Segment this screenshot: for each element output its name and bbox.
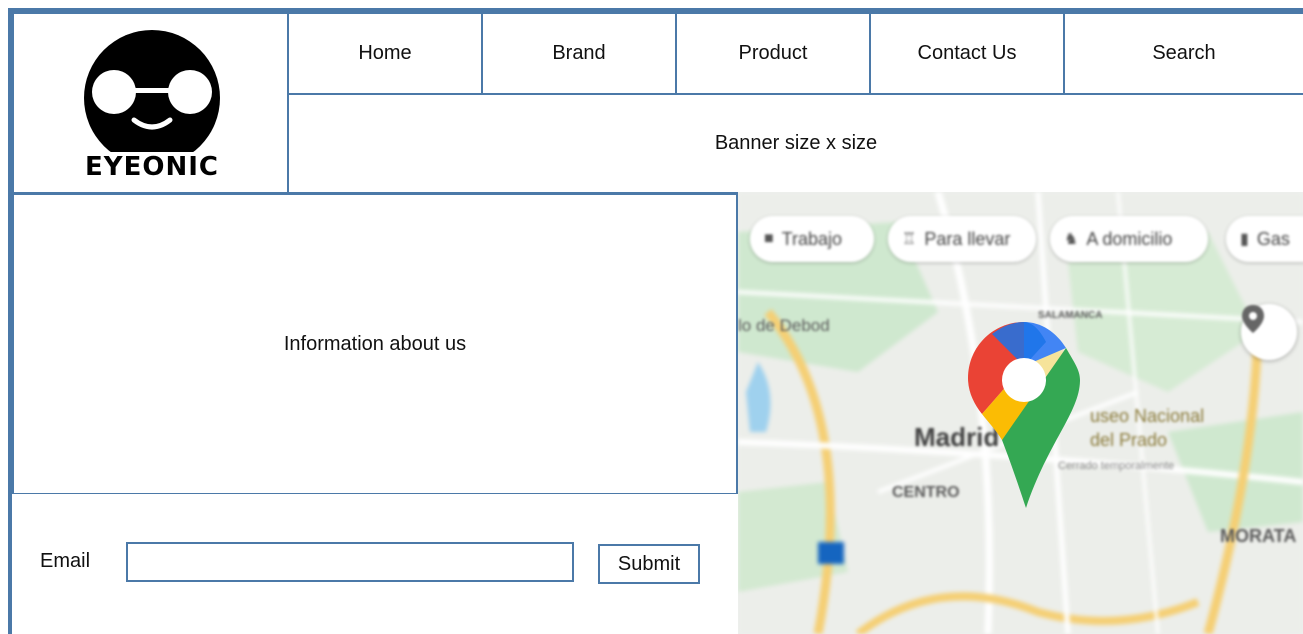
info-section: Information about us bbox=[12, 193, 738, 495]
chip-takeout-label: Para llevar bbox=[924, 228, 1011, 249]
delivery-icon: ♞ bbox=[1064, 231, 1079, 248]
chip-delivery-label: A domicilio bbox=[1086, 228, 1173, 249]
nav-brand-label: Brand bbox=[552, 42, 606, 64]
banner: Banner size x size bbox=[287, 93, 1303, 194]
map-label-salamanca: SALAMANCA bbox=[1038, 310, 1103, 321]
nav-contact-us-label: Contact Us bbox=[917, 42, 1017, 64]
info-text: Information about us bbox=[283, 332, 467, 355]
logo-text: EYEONIC bbox=[85, 152, 219, 182]
chip-delivery[interactable]: ♞ A domicilio bbox=[1050, 216, 1208, 262]
email-form: Email Submit bbox=[12, 494, 738, 634]
nav-brand[interactable]: Brand bbox=[481, 12, 677, 95]
map-label-debod: lo de Debod bbox=[738, 316, 830, 335]
map-view[interactable]: ■ Trabajo ♖ Para llevar ♞ A domicilio ▮ … bbox=[738, 192, 1303, 634]
chip-gas[interactable]: ▮ Gas bbox=[1226, 216, 1303, 262]
location-button[interactable] bbox=[1241, 304, 1297, 360]
nav-search[interactable]: Search bbox=[1063, 12, 1303, 95]
nav-product-label: Product bbox=[738, 42, 808, 64]
nav-home-label: Home bbox=[358, 42, 412, 64]
map-label-centro: CENTRO bbox=[892, 484, 960, 501]
chip-gas-label: Gas bbox=[1256, 228, 1290, 249]
banner-text: Banner size x size bbox=[714, 132, 878, 154]
gas-icon: ▮ bbox=[1240, 231, 1249, 248]
chip-work-label: Trabajo bbox=[781, 228, 843, 249]
logo-box[interactable]: EYEONIC bbox=[12, 12, 289, 194]
map-label-museo: useo Nacional bbox=[1090, 406, 1205, 426]
email-label: Email bbox=[40, 550, 91, 572]
location-icon bbox=[1242, 305, 1264, 333]
map-label-moratalaz: MORATA bbox=[1220, 526, 1297, 546]
nav-home[interactable]: Home bbox=[287, 12, 483, 95]
takeout-icon: ♖ bbox=[902, 231, 917, 248]
chip-takeout[interactable]: ♖ Para llevar bbox=[888, 216, 1036, 262]
submit-button[interactable]: Submit bbox=[598, 544, 700, 584]
nav-search-label: Search bbox=[1152, 42, 1216, 64]
nav-contact-us[interactable]: Contact Us bbox=[869, 12, 1065, 95]
map-label-cerrado: Cerrado temporalmente bbox=[1058, 460, 1175, 472]
email-field[interactable] bbox=[126, 542, 574, 582]
nav-product[interactable]: Product bbox=[675, 12, 871, 95]
map-label-prado: del Prado bbox=[1090, 430, 1168, 450]
map-label-madrid: Madrid bbox=[914, 422, 1000, 452]
chip-work[interactable]: ■ Trabajo bbox=[750, 216, 874, 262]
briefcase-icon: ■ bbox=[764, 230, 774, 247]
